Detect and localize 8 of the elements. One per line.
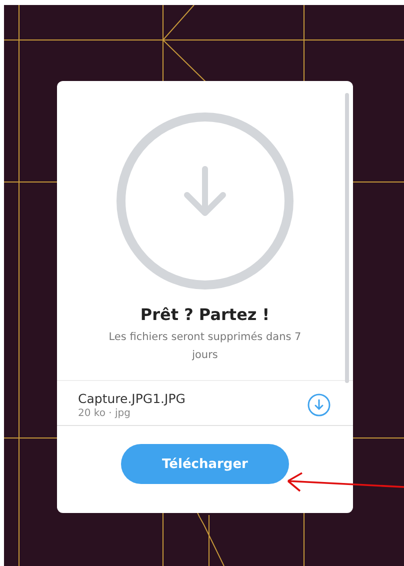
scrollbar-thumb[interactable] bbox=[345, 93, 349, 383]
dialog-title: Prêt ? Partez ! bbox=[140, 305, 270, 324]
download-button[interactable]: Télécharger bbox=[121, 444, 289, 484]
file-meta: 20 ko · jpg bbox=[78, 408, 132, 419]
download-icon[interactable] bbox=[307, 393, 331, 417]
download-icon bbox=[115, 111, 295, 291]
file-name: Capture.JPG1.JPG bbox=[78, 391, 186, 406]
expiry-message: Les fichiers seront supprimés dans 7 jours bbox=[108, 330, 302, 363]
